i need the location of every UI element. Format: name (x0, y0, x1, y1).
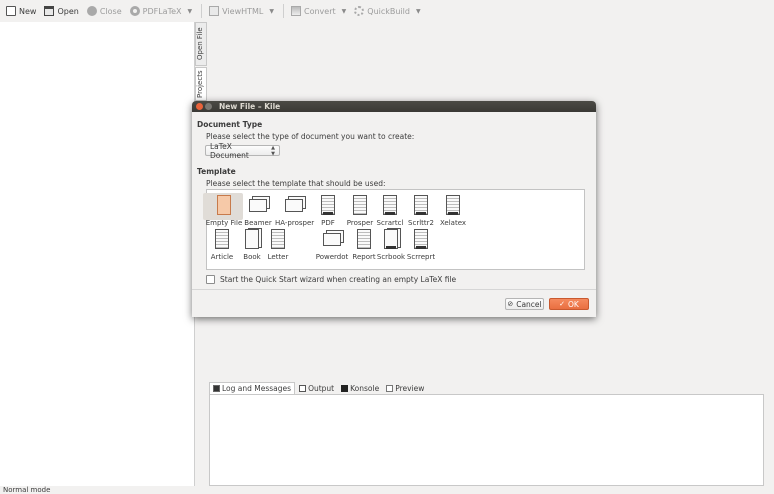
log-messages-view[interactable] (209, 394, 764, 486)
view-icon (209, 6, 220, 16)
new-button-label: New (19, 6, 37, 16)
dialog-separator (192, 289, 596, 290)
spin-arrows-icon: ▲ ▼ (271, 144, 275, 157)
window-close-icon[interactable] (196, 103, 203, 110)
tab-output[interactable]: Output (296, 383, 337, 394)
log-icon (213, 385, 220, 392)
tab-output-label: Output (308, 384, 335, 393)
new-file-dialog: New File – Kile Document Type Please sel… (192, 101, 596, 317)
document-icon (269, 229, 287, 251)
document-type-value: LaTeX Document (210, 141, 249, 160)
empty-file-icon (215, 195, 233, 217)
template-label: HA-prosper (275, 219, 315, 227)
cancel-label: Cancel (516, 299, 542, 309)
convert-button[interactable]: Convert ▼ (288, 2, 349, 20)
checkmark-icon: ✓ (559, 300, 566, 308)
tab-konsole[interactable]: Konsole (338, 383, 382, 394)
slides-icon (323, 229, 344, 251)
koma-document-icon (412, 195, 430, 217)
document-icon (351, 195, 369, 217)
tab-log-label: Log and Messages (222, 384, 292, 393)
tab-preview[interactable]: Preview (383, 383, 427, 394)
open-button-label: Open (57, 6, 79, 16)
side-panel (0, 22, 195, 486)
koma-document-icon (381, 195, 399, 217)
folder-open-icon (44, 6, 55, 16)
template-empty-file[interactable]: Empty File (203, 193, 243, 229)
template-label: Empty File (205, 219, 243, 227)
preview-icon (386, 385, 394, 392)
koma-document-icon (412, 229, 430, 251)
cancel-icon: ⊘ (507, 300, 514, 308)
chevron-down-icon[interactable]: ▼ (188, 8, 193, 15)
chevron-down-icon[interactable]: ▼ (269, 8, 274, 15)
slides-icon (249, 195, 270, 217)
chevron-down-icon[interactable]: ▼ (416, 8, 421, 15)
document-type-heading: Document Type (197, 120, 263, 129)
slides-icon (285, 195, 306, 217)
template-label: Xelatex (439, 219, 467, 227)
document-type-select[interactable]: LaTeX Document ▲ ▼ (205, 142, 280, 160)
open-button[interactable]: Open (41, 2, 81, 20)
close-button-label: Close (99, 6, 122, 16)
toolbar-separator (201, 4, 203, 18)
quickstart-label: Start the Quick Start wizard when creati… (220, 275, 457, 284)
tab-preview-label: Preview (395, 384, 425, 393)
document-icon (213, 229, 231, 251)
convert-icon (291, 6, 301, 16)
quickbuild-button[interactable]: QuickBuild ▼ (351, 2, 423, 20)
chevron-down-icon[interactable]: ▼ (342, 8, 347, 15)
quickbuild-button-label: QuickBuild (367, 6, 410, 16)
viewhtml-button[interactable]: ViewHTML ▼ (206, 2, 277, 20)
bottom-panel-tabs: Log and Messages Output Konsole Preview (209, 382, 428, 395)
tab-konsole-label: Konsole (350, 384, 380, 393)
template-label: Scrreprt (406, 253, 436, 261)
template-ha-prosper[interactable]: HA-prosper (275, 193, 315, 229)
template-list: Empty File Beamer HA-prosper PDF Prosper… (203, 189, 585, 270)
viewhtml-button-label: ViewHTML (222, 6, 264, 16)
template-label: Letter (267, 253, 289, 261)
pdf-document-icon (319, 195, 337, 217)
new-button[interactable]: New (3, 2, 39, 20)
quickstart-row[interactable]: Start the Quick Start wizard when creati… (206, 275, 456, 284)
konsole-icon (341, 385, 349, 392)
new-document-icon (6, 6, 16, 16)
convert-button-label: Convert (304, 6, 336, 16)
side-tabs: Open File Projects (195, 22, 208, 102)
quickstart-checkbox[interactable] (206, 275, 215, 284)
pdflatex-button[interactable]: PDFLaTeX ▼ (127, 2, 196, 20)
ok-button[interactable]: ✓ OK (549, 298, 589, 310)
gear-icon (129, 6, 140, 16)
document-icon (355, 229, 373, 251)
template-label: Beamer (244, 219, 272, 227)
quickbuild-icon (354, 6, 365, 16)
dialog-title: New File – Kile (219, 102, 281, 111)
output-icon (299, 385, 307, 392)
xetex-document-icon (444, 195, 462, 217)
tab-projects[interactable]: Projects (195, 67, 207, 101)
close-circle-icon (86, 6, 97, 16)
template-scrreprt[interactable]: Scrreprt (402, 227, 440, 263)
toolbar-separator (283, 4, 284, 18)
cancel-button[interactable]: ⊘ Cancel (505, 298, 544, 310)
window-minimize-icon[interactable] (205, 103, 212, 110)
main-toolbar: New Open Close PDFLaTeX ▼ ViewHTML ▼ Con… (0, 0, 774, 22)
tab-open-file[interactable]: Open File (195, 22, 207, 66)
ok-label: OK (568, 299, 579, 309)
pdflatex-button-label: PDFLaTeX (142, 6, 182, 16)
template-xelatex[interactable]: Xelatex (434, 193, 472, 229)
template-beamer[interactable]: Beamer (239, 193, 277, 229)
document-type-prompt: Please select the type of document you w… (206, 132, 415, 141)
template-prompt: Please select the template that should b… (206, 179, 386, 188)
dialog-titlebar[interactable]: New File – Kile (192, 101, 596, 112)
close-button[interactable]: Close (84, 2, 125, 20)
template-letter[interactable]: Letter (259, 227, 297, 263)
koma-book-icon (382, 228, 401, 251)
template-heading: Template (197, 167, 236, 176)
status-mode: Normal mode (3, 486, 51, 494)
status-bar: Normal mode (0, 486, 774, 494)
